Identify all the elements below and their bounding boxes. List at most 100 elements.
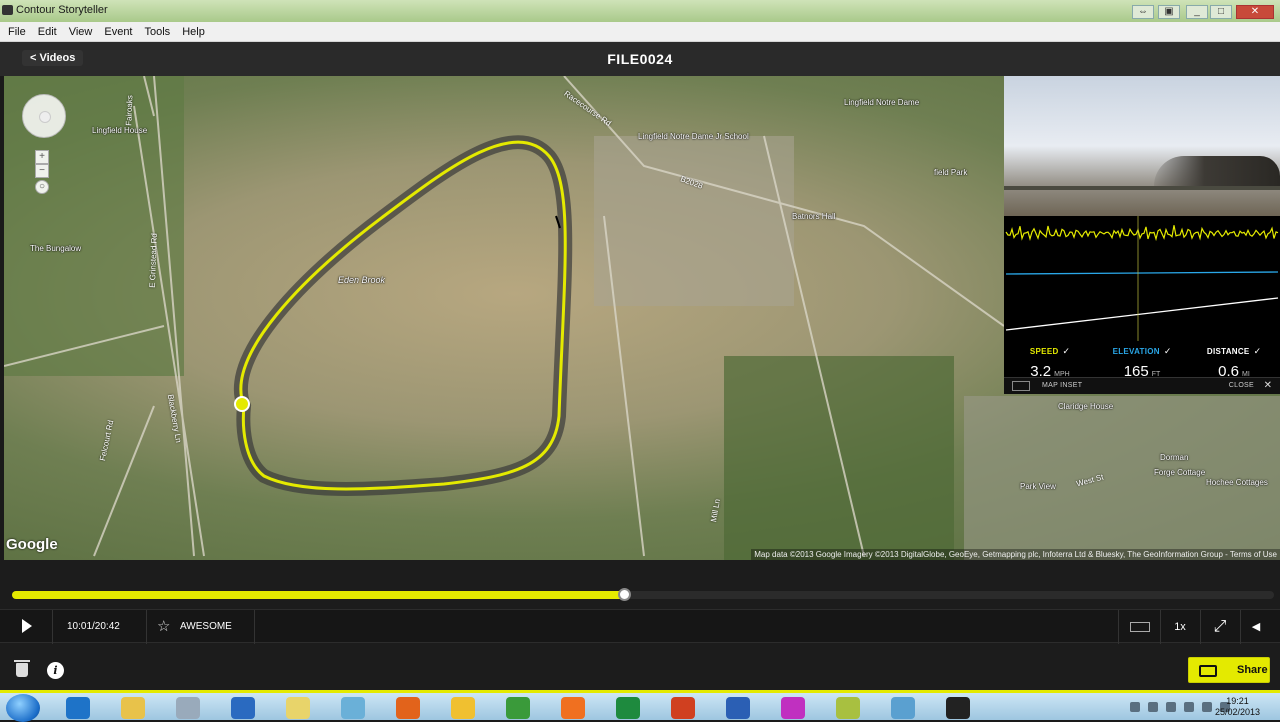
map-label: Batnors Hall bbox=[792, 212, 836, 221]
taskbar-app-icon[interactable] bbox=[176, 697, 200, 719]
video-horizon bbox=[1004, 186, 1280, 190]
menu-bar: File Edit View Event Tools Help bbox=[0, 22, 1280, 42]
stats-row: SPEED ✓ 3.2 MPH ELEVATION ✓ 165 FT DISTANCE ✓… bbox=[1004, 341, 1280, 380]
speed-stat[interactable]: SPEED ✓ 3.2 MPH bbox=[1004, 341, 1096, 381]
speed-graph-line bbox=[1005, 225, 1279, 242]
fullscreen-icon[interactable]: ⤢ bbox=[1200, 610, 1240, 644]
windows-taskbar: 19:21 25/02/2013 bbox=[0, 690, 1280, 722]
taskbar-app-icon[interactable] bbox=[66, 697, 90, 719]
taskbar-app-icon[interactable] bbox=[396, 697, 420, 719]
distance-label: DISTANCE bbox=[1206, 347, 1250, 356]
menu-event[interactable]: Event bbox=[98, 23, 138, 38]
action-row: i Share bbox=[0, 654, 1280, 688]
zoom-out-button[interactable]: − bbox=[35, 164, 49, 178]
taskbar-app-icon[interactable] bbox=[671, 697, 695, 719]
clock[interactable]: 19:21 25/02/2013 bbox=[1215, 696, 1260, 718]
taskbar-app-icon[interactable] bbox=[506, 697, 530, 719]
elevation-graph-line bbox=[1005, 271, 1279, 275]
map-label: The Bungalow bbox=[30, 244, 82, 253]
distance-stat[interactable]: DISTANCE ✓ 0.6 MI bbox=[1188, 341, 1280, 381]
menu-edit[interactable]: Edit bbox=[32, 23, 63, 38]
map-label: field Park bbox=[934, 168, 968, 177]
map-inset-button[interactable]: MAP INSET bbox=[1042, 382, 1082, 389]
header: < Videos FILE0024 bbox=[0, 42, 1280, 76]
taskbar-app-icon[interactable] bbox=[286, 697, 310, 719]
taskbar-app-icon[interactable] bbox=[561, 697, 585, 719]
timeline-handle[interactable] bbox=[618, 588, 632, 601]
tile-icon[interactable]: ▣ bbox=[1158, 5, 1180, 19]
trash-icon[interactable] bbox=[14, 660, 30, 677]
window-title: Contour Storyteller bbox=[16, 4, 108, 16]
restore-icon[interactable]: ⇔ bbox=[1132, 5, 1154, 19]
menu-tools[interactable]: Tools bbox=[139, 23, 177, 38]
google-logo: Google bbox=[6, 536, 58, 553]
map-label: Claridge House bbox=[1058, 402, 1114, 411]
clock-date: 25/02/2013 bbox=[1214, 707, 1260, 717]
distance-check-icon[interactable]: ✓ bbox=[1254, 346, 1262, 356]
map-attribution[interactable]: Map data ©2013 Google Imagery ©2013 Digi… bbox=[751, 549, 1280, 560]
elevation-check-icon[interactable]: ✓ bbox=[1164, 346, 1172, 356]
road-label: E Grinstead Rd bbox=[147, 233, 159, 288]
racecourse-track bbox=[233, 135, 573, 496]
taskbar-app-icon[interactable] bbox=[231, 697, 255, 719]
taskbar-app-icon[interactable] bbox=[836, 697, 860, 719]
start-button[interactable] bbox=[6, 694, 40, 722]
playback-speed-button[interactable]: 1x bbox=[1160, 610, 1200, 644]
close-button[interactable]: ✕ bbox=[1236, 5, 1274, 19]
elevation-label: ELEVATION bbox=[1112, 347, 1160, 356]
map-inset-icon[interactable] bbox=[1012, 381, 1030, 391]
racecourse-overlay bbox=[4, 76, 1004, 557]
inset-footer: MAP INSET CLOSE ✕ bbox=[1004, 377, 1280, 394]
info-icon[interactable]: i bbox=[47, 662, 64, 679]
taskbar-app-icon[interactable] bbox=[781, 697, 805, 719]
page-title: FILE0024 bbox=[607, 51, 673, 67]
map-label: Lingfield House bbox=[92, 126, 148, 135]
map-label: Lingfield Notre Dame Jr School bbox=[638, 132, 749, 141]
map-label: Hochee Cottages bbox=[1206, 478, 1268, 487]
tray-icon[interactable] bbox=[1130, 702, 1140, 712]
taskbar-app-icon[interactable] bbox=[341, 697, 365, 719]
volume-tray-icon[interactable] bbox=[1202, 702, 1212, 712]
player-controls: 10:01/20:42 ☆ AWESOME 1x ⤢ ◀ i Share bbox=[0, 560, 1280, 690]
share-label: Share bbox=[1237, 664, 1268, 676]
map-label: Lingfield Notre Dame bbox=[844, 98, 920, 107]
app-icon bbox=[2, 5, 13, 15]
maximize-button[interactable]: □ bbox=[1210, 5, 1232, 19]
data-inset-panel: SPEED ✓ 3.2 MPH ELEVATION ✓ 165 FT DISTANCE ✓… bbox=[1004, 76, 1280, 394]
close-icon[interactable]: ✕ bbox=[1264, 380, 1272, 391]
title-bar: Contour Storyteller ⇔ ▣ _ □ ✕ bbox=[0, 0, 1280, 22]
taskbar-app-icon[interactable] bbox=[946, 697, 970, 719]
map-pan-control[interactable] bbox=[22, 94, 66, 138]
taskbar-app-icon[interactable] bbox=[891, 697, 915, 719]
video-preview[interactable] bbox=[1004, 76, 1280, 216]
map-label: Park View bbox=[1020, 482, 1056, 491]
awesome-tag-button[interactable]: AWESOME bbox=[180, 621, 232, 632]
taskbar-app-icon[interactable] bbox=[616, 697, 640, 719]
speed-check-icon[interactable]: ✓ bbox=[1063, 346, 1071, 356]
menu-view[interactable]: View bbox=[63, 23, 99, 38]
menu-help[interactable]: Help bbox=[176, 23, 211, 38]
zoom-in-button[interactable]: + bbox=[35, 150, 49, 164]
minimize-button[interactable]: _ bbox=[1186, 5, 1208, 19]
tray-icon[interactable] bbox=[1148, 702, 1158, 712]
map-label: Forge Cottage bbox=[1154, 468, 1206, 477]
tray-icon[interactable] bbox=[1166, 702, 1176, 712]
menu-file[interactable]: File bbox=[0, 23, 32, 38]
taskbar-app-icon[interactable] bbox=[726, 697, 750, 719]
taskbar-app-icon[interactable] bbox=[451, 697, 475, 719]
map-label: Eden Brook bbox=[338, 275, 386, 285]
system-tray: 19:21 25/02/2013 bbox=[1060, 693, 1280, 720]
tray-icon[interactable] bbox=[1184, 702, 1194, 712]
taskbar-app-icon[interactable] bbox=[121, 697, 145, 719]
close-inset-button[interactable]: CLOSE bbox=[1229, 382, 1254, 389]
street-view-icon[interactable]: ○ bbox=[35, 180, 49, 194]
volume-icon[interactable]: ◀ bbox=[1236, 610, 1276, 644]
timeline-scrubber[interactable] bbox=[12, 588, 1274, 601]
speed-label: SPEED bbox=[1029, 347, 1059, 356]
elevation-stat[interactable]: ELEVATION ✓ 165 FT bbox=[1096, 341, 1188, 381]
layout-toggle-icon[interactable] bbox=[1120, 610, 1160, 644]
star-icon[interactable]: ☆ bbox=[157, 617, 170, 635]
play-icon[interactable] bbox=[22, 619, 32, 633]
share-button[interactable]: Share bbox=[1188, 657, 1270, 683]
current-position-marker bbox=[234, 396, 250, 412]
